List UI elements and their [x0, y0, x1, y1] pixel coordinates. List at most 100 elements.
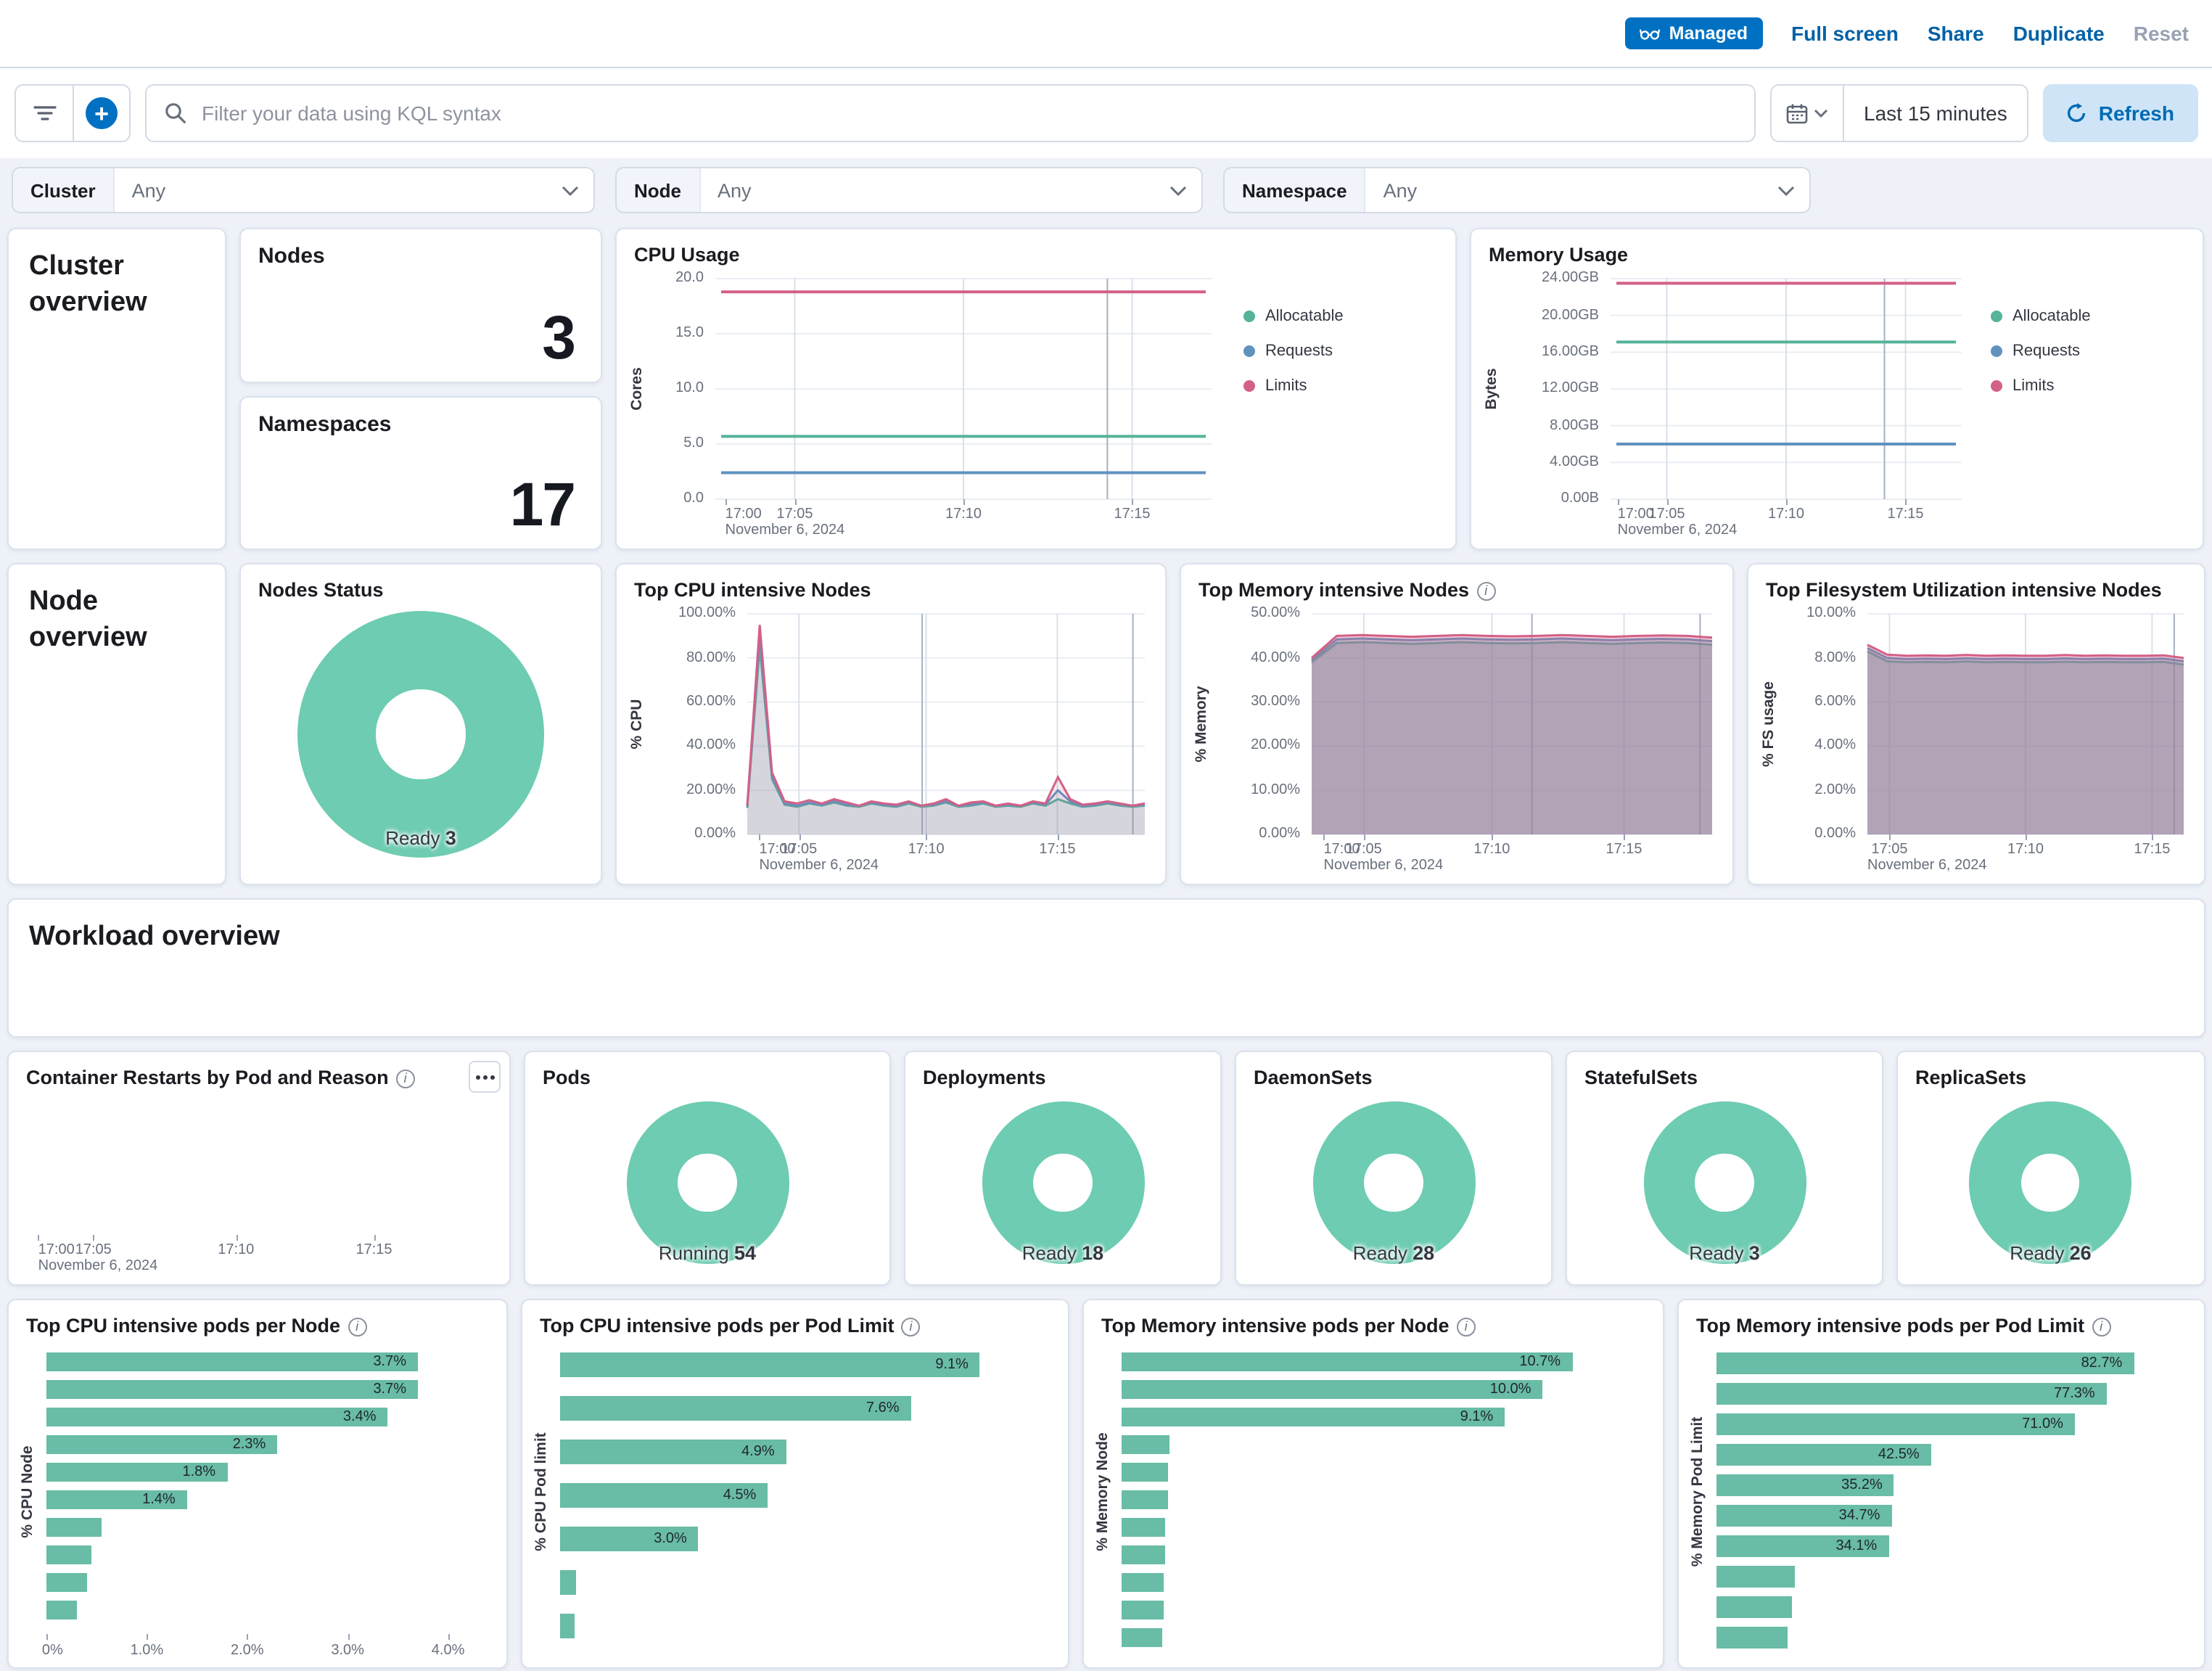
bar[interactable]: 10.7%	[1122, 1352, 1572, 1371]
bar[interactable]: 3.4%	[46, 1408, 388, 1426]
legend-item[interactable]: Allocatable	[1243, 308, 1444, 325]
bar[interactable]: 9.1%	[560, 1352, 980, 1377]
refresh-icon	[2067, 103, 2087, 123]
plot-area[interactable]	[1312, 614, 1712, 834]
full-screen-button[interactable]: Full screen	[1791, 22, 1899, 45]
add-filter-button[interactable]: +	[73, 86, 129, 141]
bar[interactable]: 42.5%	[1716, 1444, 1931, 1466]
info-icon[interactable]	[396, 1069, 415, 1088]
bar[interactable]	[1716, 1566, 1795, 1588]
kql-search-input[interactable]	[199, 100, 1736, 126]
panel-title: StatefulSets	[1584, 1067, 1698, 1090]
info-icon[interactable]	[1476, 581, 1495, 600]
bar[interactable]: 7.6%	[560, 1396, 911, 1421]
reset-button[interactable]: Reset	[2134, 22, 2189, 45]
bar[interactable]	[1122, 1463, 1168, 1482]
pods-donut-chart[interactable]	[626, 1101, 789, 1264]
bar[interactable]: 4.5%	[560, 1483, 768, 1508]
bar[interactable]	[46, 1601, 77, 1619]
bar[interactable]	[46, 1545, 91, 1564]
plot-area[interactable]	[1611, 279, 1962, 499]
info-icon[interactable]	[348, 1317, 366, 1336]
bar[interactable]	[46, 1518, 102, 1537]
bar[interactable]: 1.8%	[46, 1463, 227, 1482]
info-icon[interactable]	[2092, 1317, 2110, 1336]
bar[interactable]: 1.4%	[46, 1490, 187, 1509]
bar[interactable]: 4.9%	[560, 1440, 786, 1464]
x-axis-tickmark	[147, 1634, 148, 1640]
cpu-per-pod-limit-chart[interactable]: 9.1% 7.6% 4.9% 4.5% 3.0%	[554, 1347, 1059, 1667]
filter-list-button[interactable]	[16, 86, 73, 141]
plot-area[interactable]	[715, 279, 1212, 499]
calendar-button[interactable]	[1771, 86, 1843, 141]
bar[interactable]: 35.2%	[1716, 1474, 1894, 1496]
top-cpu-nodes-chart[interactable]: 100.00%80.00%60.00%40.00%20.00%0.00%% CP…	[622, 605, 1159, 881]
x-axis-tickmark	[46, 1634, 48, 1640]
node-filter-value: Any	[700, 179, 1155, 201]
cpu-per-node-chart[interactable]: 3.7%3.7%3.4%2.3%1.8%1.4%0.0%1.0%2.0%3.0%…	[41, 1347, 498, 1667]
bar[interactable]	[560, 1614, 574, 1638]
bar[interactable]	[1122, 1435, 1170, 1454]
legend-item[interactable]: Limits	[1243, 377, 1444, 395]
container-restarts-chart[interactable]: 17:0017:0517:1017:15November 6, 2024	[15, 1093, 503, 1281]
time-range-button[interactable]: Last 15 minutes	[1843, 102, 2028, 125]
mem-per-node-chart[interactable]: 10.7% 10.0% 9.1%	[1116, 1347, 1654, 1667]
plot-area[interactable]	[1867, 614, 2184, 834]
refresh-button[interactable]: Refresh	[2044, 84, 2197, 142]
deployments-donut-chart[interactable]	[982, 1101, 1144, 1264]
panel-options-button[interactable]	[469, 1061, 501, 1093]
legend-item[interactable]: Limits	[1991, 377, 2191, 395]
x-axis-tick: 17:10	[218, 1242, 254, 1258]
bar[interactable]: 3.7%	[46, 1352, 418, 1371]
panel-top-fs-nodes: Top Filesystem Utilization intensive Nod…	[1747, 563, 2205, 885]
daemonsets-donut-chart[interactable]	[1312, 1101, 1475, 1264]
bar[interactable]	[1122, 1628, 1161, 1647]
y-axis-tick: 100.00%	[622, 605, 736, 621]
cluster-filter[interactable]: Cluster Any	[12, 167, 595, 213]
plot-area[interactable]	[747, 614, 1145, 834]
bar[interactable]	[1716, 1627, 1787, 1649]
share-button[interactable]: Share	[1928, 22, 1984, 45]
bar[interactable]: 71.0%	[1716, 1413, 2075, 1435]
cpu-usage-chart[interactable]: 20.015.010.05.00.0Cores17:0017:0517:1017…	[622, 270, 1232, 546]
bar[interactable]: 2.3%	[46, 1435, 277, 1454]
info-icon[interactable]	[1457, 1317, 1476, 1336]
bar[interactable]	[46, 1573, 86, 1592]
panel-cpu-usage: CPU Usage 20.015.010.05.00.0Cores17:0017…	[615, 228, 1457, 550]
x-axis-tickmark	[1666, 499, 1668, 505]
statefulsets-donut-chart[interactable]	[1643, 1101, 1806, 1264]
bar[interactable]: 77.3%	[1716, 1383, 2107, 1405]
bar[interactable]: 10.0%	[1122, 1380, 1542, 1399]
node-filter[interactable]: Node Any	[615, 167, 1203, 213]
y-axis-tick: 40.00%	[1187, 649, 1300, 665]
top-memory-nodes-chart[interactable]: 50.00%40.00%30.00%20.00%10.00%0.00%% Mem…	[1187, 605, 1727, 881]
legend-item[interactable]: Allocatable	[1991, 308, 2191, 325]
bar[interactable]: 9.1%	[1122, 1408, 1505, 1426]
bar[interactable]	[1122, 1573, 1164, 1592]
kql-search-box[interactable]	[145, 84, 1755, 142]
managed-badge[interactable]: Managed	[1626, 17, 1762, 49]
bar[interactable]: 82.7%	[1716, 1352, 2134, 1374]
bar[interactable]	[1122, 1545, 1166, 1564]
legend-item[interactable]: Requests	[1991, 342, 2191, 360]
bar[interactable]: 3.0%	[560, 1527, 699, 1551]
bar[interactable]	[560, 1570, 576, 1595]
bar[interactable]	[1122, 1490, 1168, 1509]
top-fs-nodes-chart[interactable]: 10.00%8.00%6.00%4.00%2.00%0.00%% FS usag…	[1754, 605, 2197, 881]
namespace-filter[interactable]: Namespace Any	[1223, 167, 1811, 213]
bar[interactable]: 34.1%	[1716, 1535, 1888, 1557]
nodes-status-donut-chart[interactable]	[297, 611, 544, 858]
bar[interactable]	[1716, 1596, 1792, 1618]
bar[interactable]: 34.7%	[1716, 1505, 1891, 1527]
replicasets-donut-chart[interactable]	[1970, 1101, 2132, 1264]
mem-per-pod-limit-chart[interactable]: 82.7% 77.3% 71.0% 42.5% 35.2% 34.7% 34.1%	[1711, 1347, 2195, 1667]
bar[interactable]: 3.7%	[46, 1380, 418, 1399]
memory-usage-chart[interactable]: 24.00GB20.00GB16.00GB12.00GB8.00GB4.00GB…	[1477, 270, 1979, 546]
donut-label: Ready 3	[241, 827, 601, 849]
section-title: Node overview	[9, 564, 225, 677]
info-icon[interactable]	[902, 1317, 921, 1336]
legend-item[interactable]: Requests	[1243, 342, 1444, 360]
bar[interactable]	[1122, 1518, 1166, 1537]
duplicate-button[interactable]: Duplicate	[2013, 22, 2105, 45]
bar[interactable]	[1122, 1601, 1164, 1619]
